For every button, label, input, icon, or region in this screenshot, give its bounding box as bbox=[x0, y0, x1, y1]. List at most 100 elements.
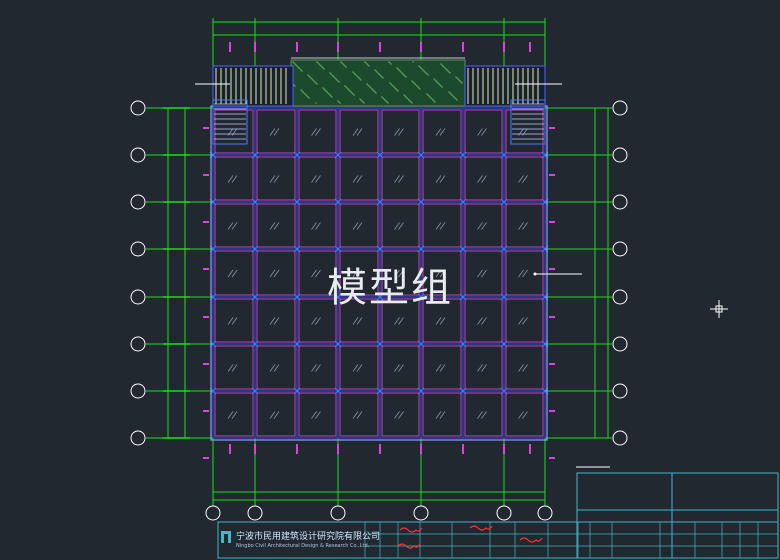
glass-hatch bbox=[311, 364, 317, 372]
planter-dot bbox=[411, 80, 413, 82]
planter-dot bbox=[301, 90, 303, 92]
planter-dot bbox=[347, 88, 349, 90]
glass-hatch bbox=[394, 364, 400, 372]
glass-hatch bbox=[352, 411, 359, 419]
planter-dot bbox=[337, 100, 339, 102]
planter-dot bbox=[426, 73, 428, 75]
planter-dot bbox=[350, 91, 352, 93]
planter-dot bbox=[333, 76, 335, 78]
planter-dot bbox=[406, 97, 408, 99]
glass-hatch bbox=[398, 175, 404, 183]
planter-dot bbox=[438, 83, 440, 85]
glass-hatch bbox=[231, 128, 238, 136]
glass-hatch bbox=[315, 269, 321, 278]
planter-dot bbox=[353, 94, 355, 96]
planter-dot bbox=[316, 83, 318, 85]
planter-dot bbox=[405, 96, 407, 98]
glass-hatch bbox=[273, 364, 280, 372]
glass-hatch bbox=[356, 128, 363, 136]
glass-hatch bbox=[439, 411, 446, 419]
planter-dot bbox=[435, 80, 437, 82]
planter-dot bbox=[452, 95, 454, 97]
glass-hatch bbox=[269, 269, 276, 278]
planter-dot bbox=[396, 67, 398, 69]
glass-hatch bbox=[518, 364, 524, 372]
signature-1 bbox=[469, 525, 493, 531]
planter-dot bbox=[455, 76, 457, 78]
glass-hatch bbox=[227, 128, 234, 136]
glass-hatch bbox=[227, 364, 234, 372]
planter-dot bbox=[313, 80, 315, 82]
planter-dot bbox=[374, 91, 376, 93]
planter-dot bbox=[392, 85, 394, 87]
planter-dot bbox=[303, 92, 305, 94]
planter-dot bbox=[364, 61, 366, 63]
planter-dot bbox=[337, 80, 339, 82]
axis-bubble-right-0 bbox=[612, 100, 628, 116]
axis-bubble-left-6 bbox=[130, 383, 146, 399]
planter-dot bbox=[328, 93, 330, 95]
glass-panel bbox=[256, 298, 296, 343]
planter-dot bbox=[449, 72, 451, 74]
planter-dot bbox=[417, 86, 419, 88]
planter-dot bbox=[448, 71, 450, 73]
glass-hatch bbox=[356, 269, 363, 278]
planter-dot bbox=[461, 82, 463, 84]
axis-bubble-bottom-1 bbox=[247, 505, 263, 521]
glass-hatch bbox=[273, 175, 280, 183]
planter-dot bbox=[297, 66, 299, 68]
planter-dot bbox=[294, 63, 296, 65]
glass-hatch bbox=[477, 317, 483, 325]
glass-hatch bbox=[227, 269, 234, 278]
glass-hatch bbox=[481, 175, 487, 183]
axis-bubble-right-2 bbox=[612, 194, 628, 210]
planter-dot bbox=[440, 85, 442, 87]
glass-hatch bbox=[518, 175, 524, 183]
planter-dot bbox=[331, 74, 333, 76]
planter-dot bbox=[458, 79, 460, 81]
glass-hatch bbox=[311, 317, 317, 325]
planter-dot bbox=[411, 102, 413, 104]
planter-dot bbox=[454, 97, 456, 99]
glass-hatch bbox=[435, 222, 442, 230]
planter-dot bbox=[428, 95, 430, 97]
glass-hatch bbox=[522, 317, 528, 325]
planter-dot bbox=[299, 68, 301, 70]
glass-hatch bbox=[439, 269, 446, 278]
planter-dot bbox=[429, 96, 431, 98]
planter-dot bbox=[415, 84, 417, 86]
planter-dot bbox=[443, 66, 445, 68]
planter-dot bbox=[300, 69, 302, 71]
glass-panel bbox=[214, 250, 254, 296]
glass-panel bbox=[298, 298, 337, 343]
planter-dot bbox=[293, 62, 295, 64]
planter-dot bbox=[426, 93, 428, 95]
glass-hatch bbox=[518, 128, 524, 136]
planter-dot bbox=[408, 99, 410, 101]
glass-hatch bbox=[398, 128, 404, 136]
glass-hatch bbox=[394, 317, 400, 325]
glass-panel bbox=[298, 345, 337, 390]
glass-panel bbox=[214, 203, 254, 248]
planter-dot bbox=[418, 87, 420, 89]
planter-dot bbox=[323, 68, 325, 70]
glass-panel bbox=[464, 345, 503, 390]
planter-dot bbox=[330, 73, 332, 75]
planter-dot bbox=[379, 74, 381, 76]
planter-dot bbox=[439, 84, 441, 86]
glass-hatch bbox=[477, 175, 483, 183]
axis-bubble-bottom-0 bbox=[205, 505, 221, 521]
glass-hatch bbox=[435, 364, 442, 372]
planter-dot bbox=[338, 81, 340, 83]
glass-panel bbox=[298, 250, 337, 296]
planter-dot bbox=[352, 71, 354, 73]
planter-dot bbox=[344, 65, 346, 67]
glass-hatch bbox=[227, 317, 234, 325]
planter-dot bbox=[331, 96, 333, 98]
planter-dot bbox=[453, 96, 455, 98]
glass-hatch bbox=[311, 269, 317, 278]
planter-dot bbox=[368, 65, 370, 67]
planter-dot bbox=[445, 68, 447, 70]
company-name-cn: 宁波市民用建筑设计研究院有限公司 bbox=[236, 532, 381, 542]
planter-dot bbox=[353, 72, 355, 74]
